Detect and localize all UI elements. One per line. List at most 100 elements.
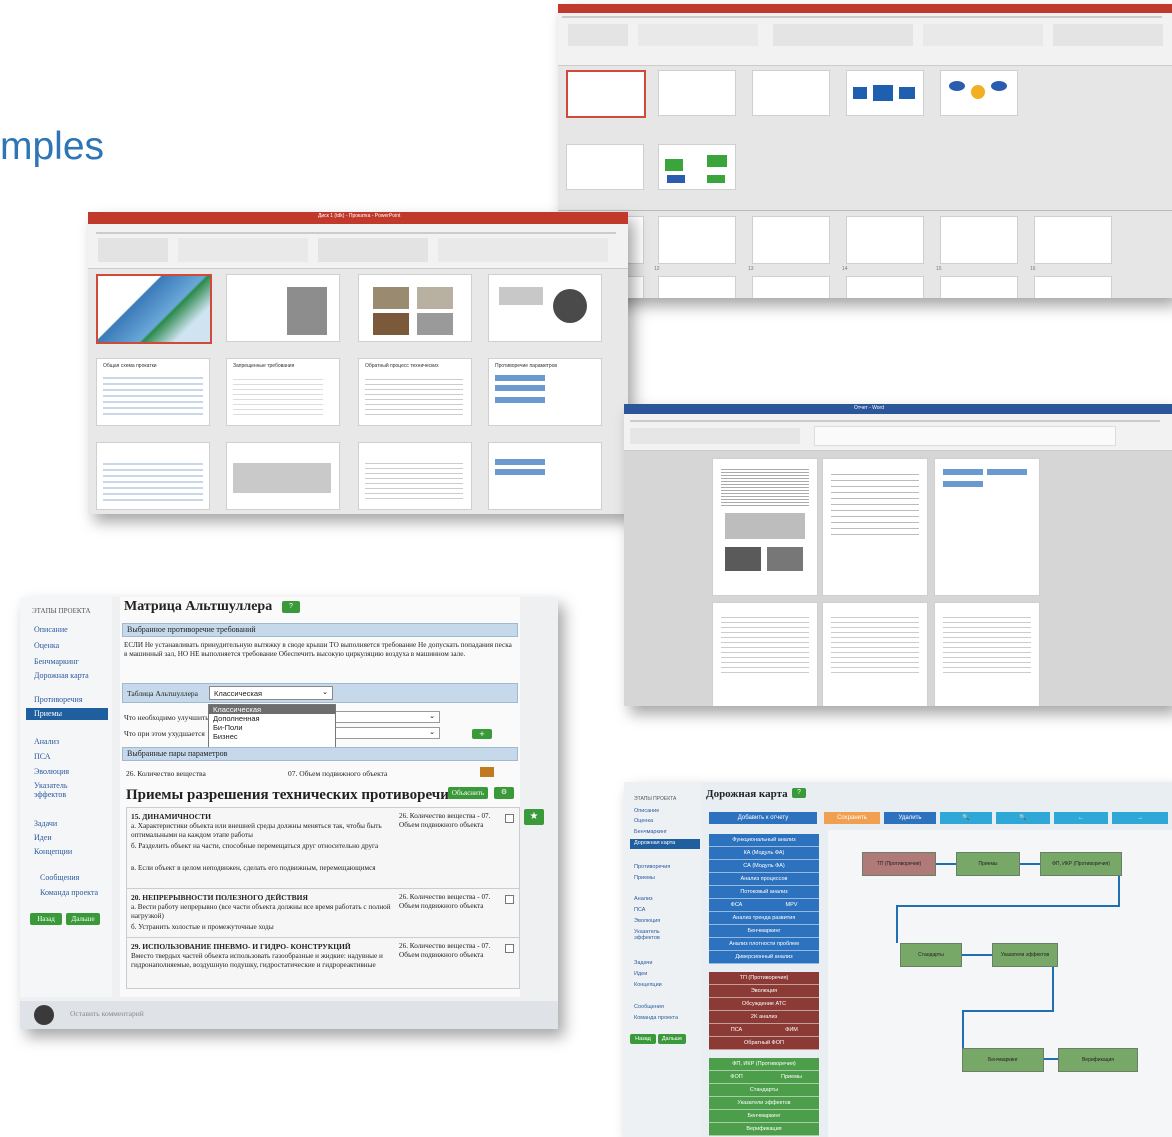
slide-thumb[interactable] xyxy=(488,442,602,510)
list-item[interactable]: Верификация xyxy=(709,1123,819,1136)
slide-thumb[interactable] xyxy=(940,216,1018,264)
sidebar-item-roadmap[interactable]: Дорожная карта xyxy=(630,839,700,849)
dropdown-option[interactable]: Би-Поли xyxy=(209,723,335,732)
document-page[interactable] xyxy=(712,458,818,596)
sidebar-item[interactable]: Описание xyxy=(634,808,659,814)
document-page[interactable] xyxy=(934,602,1040,706)
slide-thumb[interactable] xyxy=(752,216,830,264)
sidebar-item[interactable]: Сообщения xyxy=(634,1004,664,1010)
next-button[interactable]: Дальше xyxy=(658,1034,686,1044)
slide-thumb[interactable] xyxy=(358,274,472,342)
roadmap-node[interactable]: Приемы xyxy=(956,852,1020,876)
slide-thumb[interactable] xyxy=(226,274,340,342)
table-select[interactable]: Классическая ⌄ xyxy=(209,686,333,700)
sidebar-item-effects[interactable]: Указатель эффектов xyxy=(34,781,84,799)
slide-thumb[interactable]: Общая схема прокатки xyxy=(96,358,210,426)
method-item[interactable]: 15. ДИНАМИЧНОСТИ а. Характеристики объек… xyxy=(127,808,519,889)
slide-thumb[interactable] xyxy=(1034,216,1112,264)
slide-thumb[interactable] xyxy=(488,274,602,342)
zoom-out-icon[interactable]: 🔍 xyxy=(996,812,1050,824)
slide-thumb[interactable] xyxy=(566,70,646,118)
list-item[interactable]: ТП (Противоречия) xyxy=(709,972,819,985)
slide-thumb[interactable] xyxy=(226,442,340,510)
zoom-in-icon[interactable]: 🔍 xyxy=(940,812,992,824)
document-page[interactable] xyxy=(712,602,818,706)
sidebar-item[interactable]: Задачи xyxy=(634,960,652,966)
sidebar-item[interactable]: Эволюция xyxy=(634,918,660,924)
slide-thumb[interactable] xyxy=(96,274,212,344)
sidebar-item-benchmarking[interactable]: Бенчмаркинг xyxy=(34,657,79,666)
help-button[interactable]: ? xyxy=(282,601,300,613)
sidebar-item[interactable]: Анализ xyxy=(634,896,653,902)
roadmap-canvas[interactable]: ТП (Противоречия) Приемы ФП, ИКР (Против… xyxy=(828,830,1172,1137)
sidebar-item[interactable]: ПСА xyxy=(634,907,645,913)
list-item[interactable]: MPV xyxy=(764,899,819,912)
sidebar-item[interactable]: Идеи xyxy=(634,971,647,977)
slide-thumb[interactable] xyxy=(752,70,830,116)
list-item[interactable]: Приемы xyxy=(764,1071,819,1084)
sidebar-item-messages[interactable]: Сообщения xyxy=(40,873,79,882)
slide-thumb[interactable]: Обратный процесс технических xyxy=(358,358,472,426)
slide-thumb[interactable] xyxy=(846,70,924,116)
sidebar-item-ideas[interactable]: Идеи xyxy=(34,833,52,842)
add-to-report-button[interactable]: Добавить к отчету xyxy=(709,812,817,824)
roadmap-node[interactable]: Бенчмаркинг xyxy=(962,1048,1044,1072)
slide-thumb[interactable] xyxy=(940,70,1018,116)
method-checkbox[interactable] xyxy=(505,944,514,953)
sidebar-item-psa[interactable]: ПСА xyxy=(34,752,51,761)
document-page[interactable] xyxy=(934,458,1040,596)
list-item[interactable]: Указатели эффектов xyxy=(709,1097,819,1110)
help-button[interactable]: ? xyxy=(792,788,806,798)
dropdown-option[interactable]: Дополненная xyxy=(209,714,335,723)
slide-thumb[interactable] xyxy=(1034,276,1112,298)
list-item[interactable]: СА (Модуль ФА) xyxy=(709,860,819,873)
arrow-right-icon[interactable]: → xyxy=(1112,812,1168,824)
sidebar-item[interactable]: Указатель эффектов xyxy=(634,929,674,941)
slide-thumb[interactable] xyxy=(846,276,924,298)
list-item[interactable]: ПСА xyxy=(709,1024,764,1037)
slide-thumb[interactable] xyxy=(658,276,736,298)
slide-thumb[interactable] xyxy=(846,216,924,264)
list-item[interactable]: Анализ процессов xyxy=(709,873,819,886)
sidebar-item[interactable]: Противоречия xyxy=(634,864,670,870)
list-item[interactable]: Анализ плотности проблем xyxy=(709,938,819,951)
back-button[interactable]: Назад xyxy=(630,1034,656,1044)
next-button[interactable]: Дальше xyxy=(66,913,100,925)
method-item[interactable]: 20. НЕПРЕРЫВНОСТИ ПОЛЕЗНОГО ДЕЙСТВИЯ а. … xyxy=(127,889,519,938)
list-item[interactable]: 2K анализ xyxy=(709,1011,819,1024)
list-item[interactable]: Функциональный анализ xyxy=(709,834,819,847)
list-item[interactable]: Эволюция xyxy=(709,985,819,998)
settings-icon[interactable]: ⚙ xyxy=(494,787,514,799)
sidebar-item[interactable]: Бенчмаркинг xyxy=(634,829,667,835)
sidebar-item[interactable]: Приемы xyxy=(634,875,655,881)
dropdown-option[interactable]: Классическая xyxy=(209,705,335,714)
roadmap-node[interactable]: ТП (Противоречия) xyxy=(862,852,936,876)
arrow-left-icon[interactable]: ← xyxy=(1054,812,1108,824)
list-item[interactable]: Бенчмаркинг xyxy=(709,925,819,938)
slide-thumb[interactable] xyxy=(940,276,1018,298)
slide-thumb[interactable] xyxy=(752,276,830,298)
list-item[interactable]: ФИМ xyxy=(764,1024,819,1037)
delete-button[interactable]: Удалить xyxy=(884,812,936,824)
list-item[interactable]: Стандарты xyxy=(709,1084,819,1097)
list-item[interactable]: КА (Модуль ФА) xyxy=(709,847,819,860)
add-pair-button[interactable]: + xyxy=(472,729,492,739)
slide-thumb[interactable] xyxy=(658,144,736,190)
list-item[interactable]: ФОП xyxy=(709,1071,764,1084)
sidebar-item-contradictions[interactable]: Противоречия xyxy=(34,695,83,704)
sidebar-item[interactable]: Команда проекта xyxy=(634,1015,678,1021)
document-page[interactable] xyxy=(822,602,928,706)
explain-button[interactable]: Объяснить xyxy=(448,787,488,799)
sidebar-item-tasks[interactable]: Задачи xyxy=(34,819,57,828)
sidebar-item-analysis[interactable]: Анализ xyxy=(34,737,59,746)
sidebar-item-evaluation[interactable]: Оценка xyxy=(34,641,59,650)
dropdown-option[interactable]: Бизнес xyxy=(209,732,335,741)
back-button[interactable]: Назад xyxy=(30,913,62,925)
list-item[interactable]: Бенчмаркинг xyxy=(709,1110,819,1123)
roadmap-node[interactable]: ФП, ИКР (Противоречия) xyxy=(1040,852,1122,876)
slide-thumb[interactable] xyxy=(566,144,644,190)
slide-thumb[interactable] xyxy=(358,442,472,510)
list-item[interactable]: ФП, ИКР (Противоречия) xyxy=(709,1058,819,1071)
sidebar-item-description[interactable]: Описание xyxy=(34,625,68,634)
sidebar-item[interactable]: Оценка xyxy=(634,818,653,824)
